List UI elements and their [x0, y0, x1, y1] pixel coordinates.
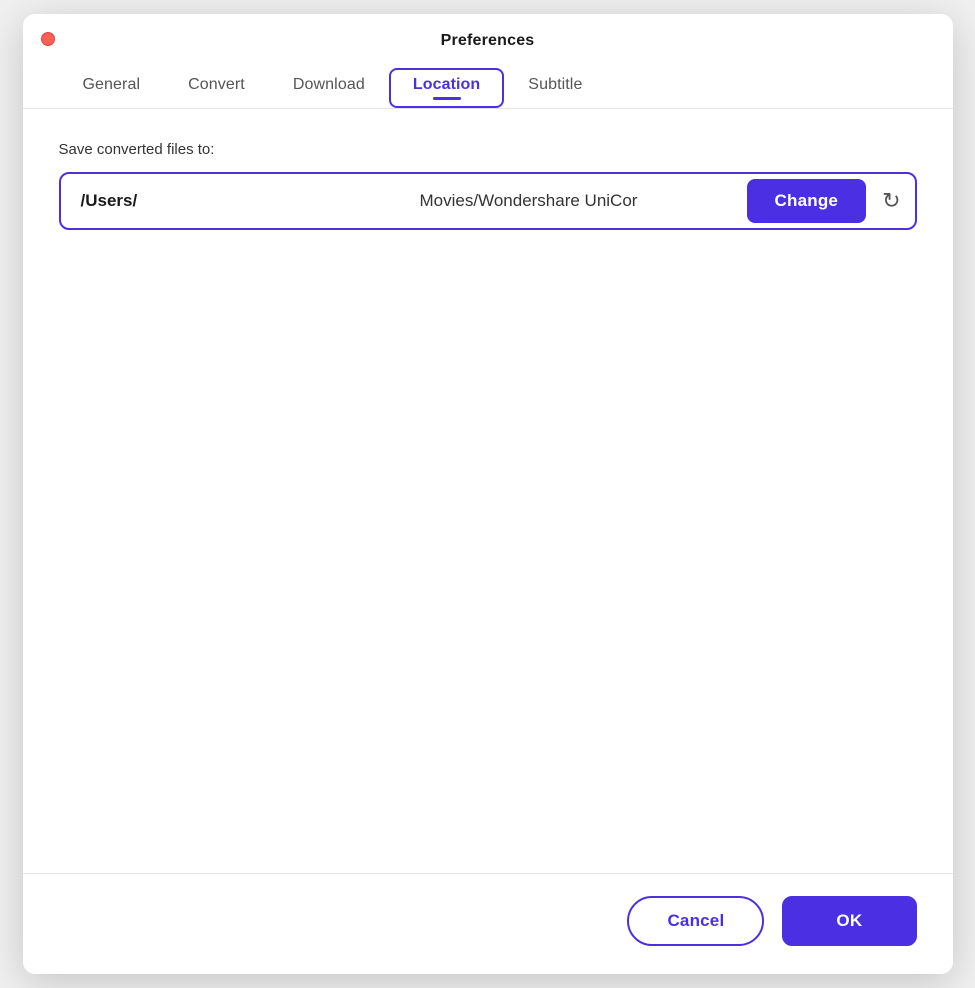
content-spacer — [59, 230, 917, 853]
tab-general[interactable]: General — [59, 68, 165, 108]
section-label: Save converted files to: — [59, 141, 917, 158]
tab-location[interactable]: Location — [389, 68, 504, 108]
tab-download[interactable]: Download — [269, 68, 389, 108]
path-left: /Users/ — [61, 191, 400, 211]
refresh-button[interactable]: ↻ — [874, 188, 914, 214]
path-right: Movies/Wondershare UniCor — [400, 191, 739, 211]
tabs-bar: General Convert Download Location Subtit… — [23, 60, 953, 108]
path-row: /Users/ Movies/Wondershare UniCor Change… — [59, 172, 917, 230]
preferences-window: Preferences General Convert Download Loc… — [23, 14, 953, 974]
close-button[interactable] — [41, 32, 55, 46]
change-button[interactable]: Change — [747, 179, 867, 223]
cancel-button[interactable]: Cancel — [627, 896, 764, 946]
refresh-icon: ↻ — [882, 188, 900, 214]
tab-subtitle[interactable]: Subtitle — [504, 68, 606, 108]
window-title: Preferences — [441, 32, 535, 50]
content-area: Save converted files to: /Users/ Movies/… — [23, 109, 953, 873]
ok-button[interactable]: OK — [782, 896, 916, 946]
title-bar: Preferences — [23, 14, 953, 60]
footer: Cancel OK — [23, 874, 953, 974]
tab-convert[interactable]: Convert — [164, 68, 269, 108]
